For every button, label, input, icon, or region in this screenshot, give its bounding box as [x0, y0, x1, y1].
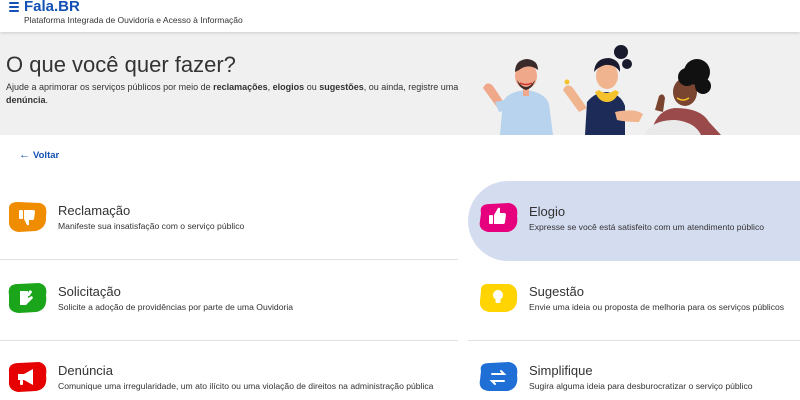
back-link-label: Voltar [33, 149, 60, 161]
card-title: Denúncia [58, 363, 113, 378]
card-description: Envie uma ideia ou proposta de melhoria … [529, 302, 785, 312]
hand-pointer-icon [8, 283, 47, 313]
page-title: O que você quer fazer? [6, 52, 236, 77]
desc-bold-elogios: elogios [272, 82, 305, 92]
hero-banner: O que você quer fazer? Ajude a aprimorar… [0, 32, 800, 135]
megaphone-icon [8, 362, 47, 392]
woman-figure [563, 45, 643, 135]
card-title: Simplifique [529, 363, 593, 378]
card-title: Sugestão [529, 284, 584, 299]
card-reclamacao[interactable]: Reclamação Manifeste sua insatisfação co… [0, 180, 458, 260]
card-description: Expresse se você está satisfeito com um … [529, 222, 765, 232]
card-title: Reclamação [58, 203, 131, 218]
desc-bold-denuncia: denúncia [6, 95, 46, 105]
desc-text: , ou ainda, registre uma [363, 82, 459, 92]
people-illustration [483, 45, 721, 135]
card-title: Solicitação [58, 284, 121, 299]
card-sugestao[interactable]: Sugestão Envie uma ideia ou proposta de … [468, 261, 800, 341]
brand-title[interactable]: Fala.BR [24, 0, 80, 15]
brand-subtitle: Plataforma Integrada de Ouvidoria e Aces… [24, 15, 243, 25]
lightbulb-icon [479, 283, 518, 312]
arrow-left-icon: ← [19, 149, 30, 161]
curly-woman-figure [645, 59, 721, 135]
thumbs-down-icon [8, 202, 47, 232]
thumbs-up-icon [479, 203, 518, 232]
card-title: Elogio [529, 204, 566, 219]
man-figure [483, 59, 553, 135]
back-link[interactable]: ← Voltar [19, 149, 59, 161]
card-simplifique[interactable]: Simplifique Sugira alguma ideia para des… [468, 340, 800, 400]
desc-text: Ajude a aprimorar os serviços públicos p… [6, 82, 214, 92]
hamburger-menu-icon[interactable] [9, 2, 19, 12]
card-solicitacao[interactable]: Solicitação Solicite a adoção de providê… [0, 261, 458, 341]
card-elogio[interactable]: Elogio Expresse se você está satisfeito … [468, 181, 800, 261]
desc-text: ou [304, 82, 320, 92]
card-denuncia[interactable]: Denúncia Comunique uma irregularidade, u… [0, 340, 458, 400]
card-description: Solicite a adoção de providências por pa… [58, 302, 294, 312]
top-bar: Fala.BR Plataforma Integrada de Ouvidori… [0, 0, 800, 32]
desc-bold-sugestoes: sugestões [319, 82, 364, 92]
page-description: Ajude a aprimorar os serviços públicos p… [6, 81, 461, 107]
card-description: Manifeste sua insatisfação com o serviço… [58, 221, 245, 231]
arrows-exchange-icon [479, 362, 518, 391]
card-description: Comunique uma irregularidade, um ato ilí… [58, 381, 434, 391]
card-description: Sugira alguma ideia para desburocratizar… [529, 381, 753, 391]
desc-bold-reclamacoes: reclamações [213, 82, 268, 92]
desc-text: . [45, 95, 49, 105]
